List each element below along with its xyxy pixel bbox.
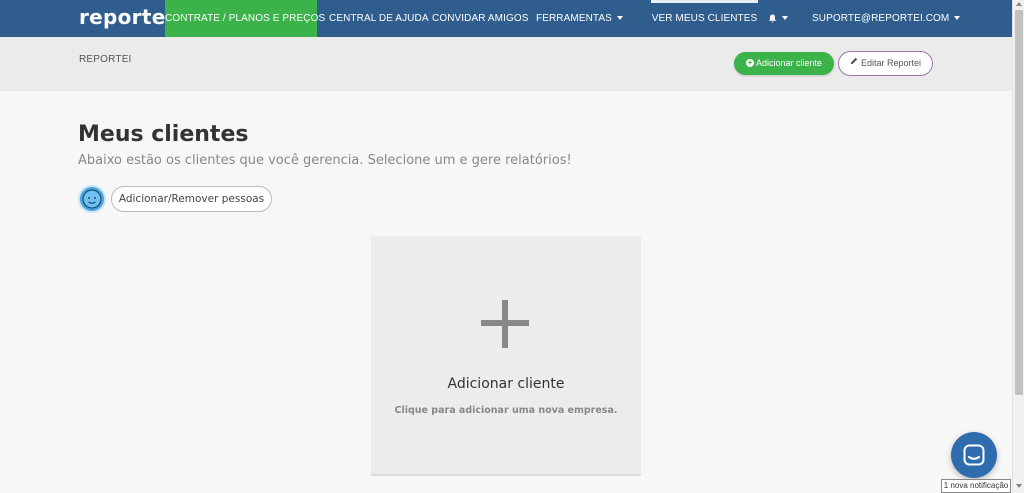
scroll-up-arrow-icon[interactable] [1016, 2, 1022, 6]
chat-launcher-button[interactable] [951, 432, 997, 478]
chevron-down-icon [954, 16, 961, 21]
user-menu-dropdown[interactable]: SUPORTE@REPORTEI.COM [812, 0, 961, 37]
add-client-card[interactable]: Adicionar cliente Clique para adicionar … [371, 236, 641, 476]
pencil-icon [850, 51, 858, 74]
add-remove-people-button[interactable]: Adicionar/Remover pessoas [111, 186, 272, 212]
bell-icon [768, 14, 777, 23]
logo[interactable]: reportei [79, 5, 173, 29]
page-subtitle: Abaixo estão os clientes que você gerenc… [78, 153, 572, 168]
edit-reportei-button[interactable]: Editar Reportei [838, 51, 933, 76]
plus-circle-icon: + [745, 57, 754, 67]
add-client-button[interactable]: + Adicionar cliente [734, 52, 834, 75]
add-client-label: Adicionar cliente [755, 58, 823, 68]
sub-header: REPORTEI + Adicionar cliente Editar Repor… [0, 37, 1012, 91]
plus-icon [481, 300, 529, 348]
notification-tooltip: 1 nova notificação [941, 479, 1011, 493]
nav-help-center[interactable]: CENTRAL DE AJUDA [329, 0, 429, 37]
nav-invite-friends[interactable]: CONVIDAR AMIGOS [432, 0, 529, 37]
chevron-down-icon [782, 16, 788, 21]
scroll-thumb[interactable] [1015, 10, 1023, 395]
notifications-dropdown[interactable] [768, 0, 792, 37]
user-email: SUPORTE@REPORTEI.COM [812, 13, 950, 24]
nav-tools-label: FERRAMENTAS [536, 13, 612, 24]
card-description: Clique para adicionar uma nova empresa. [394, 405, 618, 416]
user-face-icon [82, 189, 102, 209]
chevron-down-icon [616, 16, 623, 21]
scrollbar[interactable] [1012, 0, 1024, 493]
nav-tools-dropdown[interactable]: FERRAMENTAS [536, 0, 623, 37]
page-title: Meus clientes [78, 122, 249, 147]
edit-reportei-label: Editar Reportei [860, 58, 922, 68]
scroll-down-arrow-icon[interactable] [1016, 484, 1022, 488]
avatar[interactable] [78, 185, 106, 213]
card-title: Adicionar cliente [447, 376, 565, 392]
breadcrumb: REPORTEI [79, 54, 132, 65]
nav-plans[interactable]: CONTRATE / PLANOS E PREÇOS [165, 0, 325, 37]
nav-my-clients[interactable]: VER MEUS CLIENTES [651, 0, 758, 37]
top-nav: reportei CONTRATE / PLANOS E PREÇOS CENT… [0, 0, 1024, 37]
chat-icon [963, 444, 985, 466]
